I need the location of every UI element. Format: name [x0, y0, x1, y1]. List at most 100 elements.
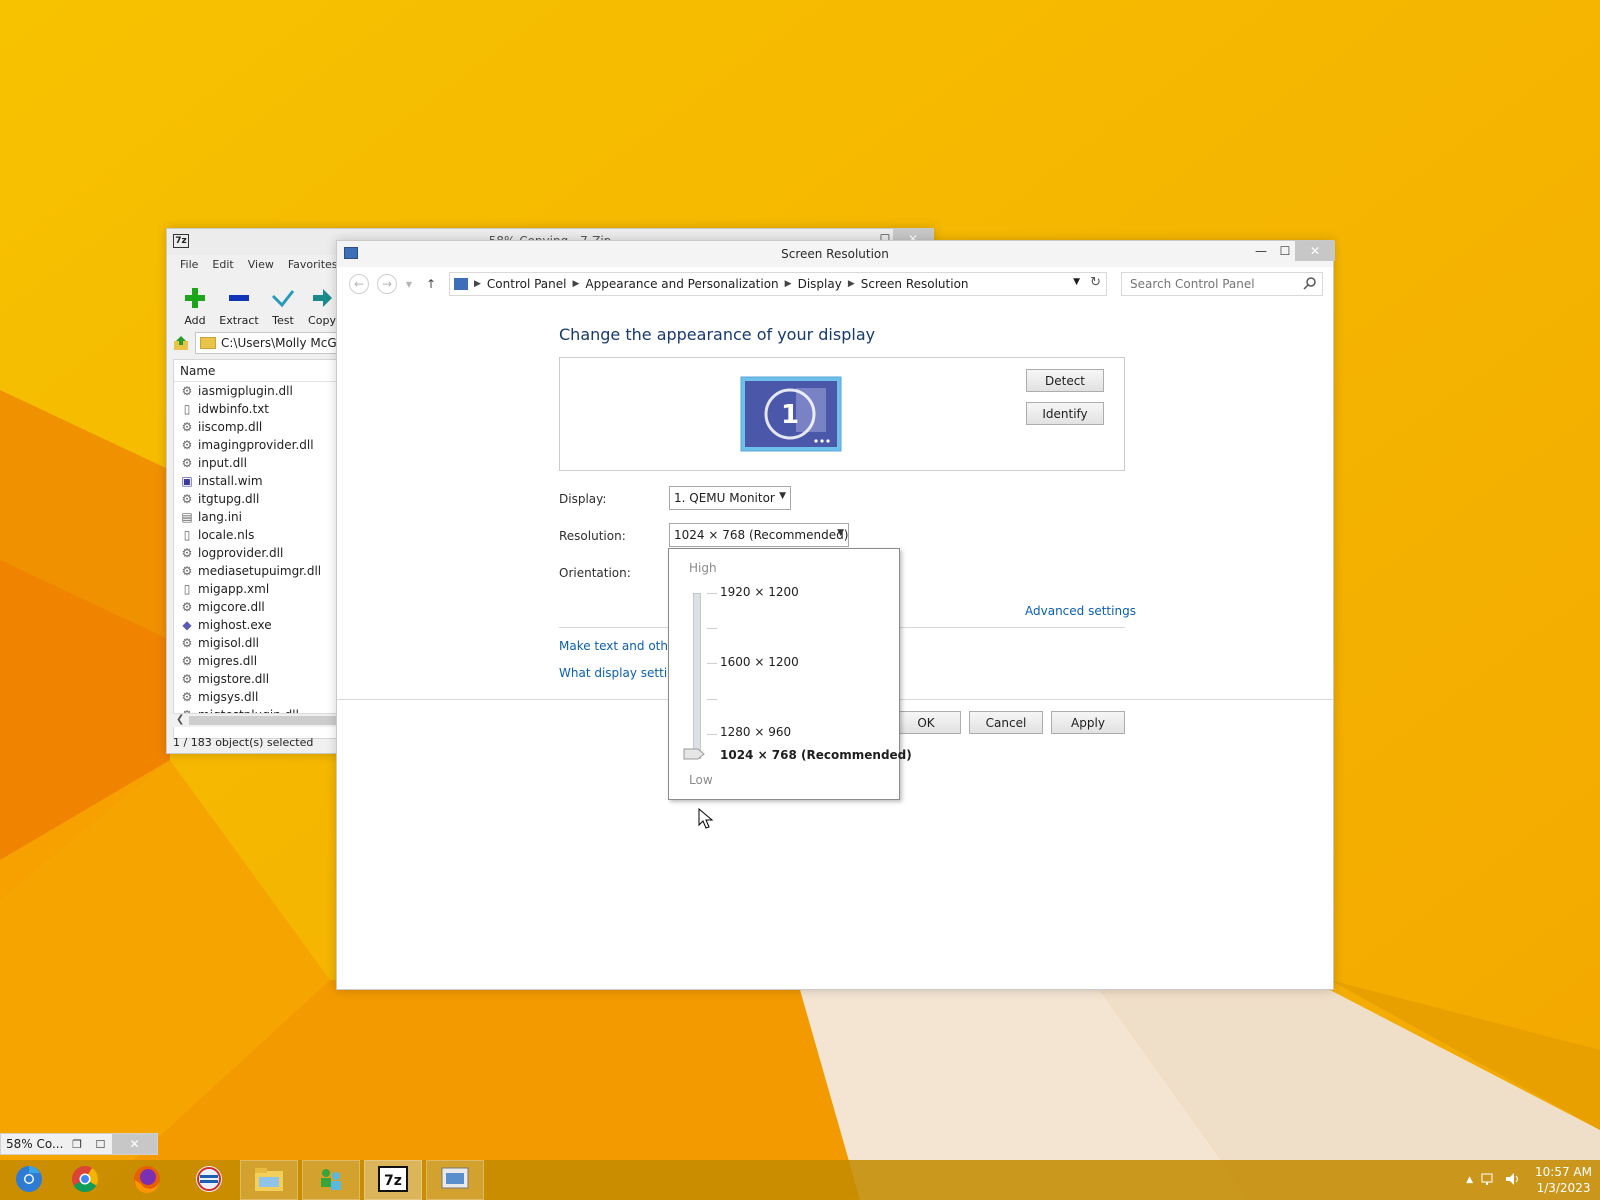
- exe-icon: ◆: [182, 618, 192, 632]
- make-text-larger-link[interactable]: Make text and other: [559, 639, 680, 653]
- taskbar-opera[interactable]: [180, 1160, 238, 1200]
- address-dropdown-icon[interactable]: ▼: [1073, 277, 1080, 287]
- gear-icon: ⚙: [181, 672, 193, 686]
- breadcrumb-screen-resolution[interactable]: Screen Resolution: [861, 277, 969, 291]
- detect-button[interactable]: Detect: [1026, 369, 1104, 392]
- menu-file[interactable]: File: [173, 255, 205, 275]
- firefox-icon: [132, 1164, 162, 1197]
- file-name: imagingprovider.dll: [198, 438, 314, 452]
- display-select[interactable]: 1. QEMU Monitor ▼: [669, 486, 791, 510]
- scroll-left-icon[interactable]: ❮: [176, 714, 184, 725]
- resolution-option[interactable]: 1600 × 1200: [720, 655, 799, 669]
- taskbar-control-panel[interactable]: [426, 1160, 484, 1200]
- taskbar-chrome[interactable]: [56, 1160, 114, 1200]
- search-input[interactable]: [1121, 272, 1323, 296]
- address-bar[interactable]: ▶ Control Panel ▶ Appearance and Persona…: [449, 272, 1107, 296]
- file-name: lang.ini: [198, 510, 242, 524]
- file-name: migisol.dll: [198, 636, 260, 650]
- svg-text:7z: 7z: [384, 1173, 402, 1189]
- gear-icon: ⚙: [181, 420, 193, 434]
- clock[interactable]: 10:57 AM 1/3/2023: [1535, 1164, 1592, 1196]
- high-label: High: [689, 561, 717, 575]
- taskbar-file-explorer[interactable]: [240, 1160, 298, 1200]
- resolution-slider-track[interactable]: [693, 593, 701, 759]
- sr-close-button[interactable]: ✕: [1295, 241, 1335, 261]
- forward-icon[interactable]: →: [377, 274, 397, 294]
- wim-icon: ▣: [181, 474, 193, 488]
- cancel-button[interactable]: Cancel: [969, 711, 1043, 734]
- clock-date: 1/3/2023: [1536, 1181, 1591, 1195]
- system-tray: ▲ 10:57 AM 1/3/2023: [1466, 1160, 1592, 1200]
- restore-icon[interactable]: ❐: [65, 1138, 88, 1151]
- ini-icon: ▤: [181, 510, 193, 524]
- identify-button[interactable]: Identify: [1026, 402, 1104, 425]
- taskbar-7zip[interactable]: 7z: [364, 1160, 422, 1200]
- monitor-number: 1: [781, 400, 799, 430]
- advanced-settings-link[interactable]: Advanced settings: [1025, 604, 1136, 618]
- progress-title: 58% Co...: [6, 1137, 64, 1151]
- recent-dropdown-icon[interactable]: ▼: [399, 274, 419, 294]
- breadcrumb-control-panel[interactable]: Control Panel: [487, 277, 567, 291]
- taskbar-chromium[interactable]: [0, 1160, 58, 1200]
- monitor-1-icon[interactable]: 1: [740, 376, 842, 452]
- breadcrumb-appearance[interactable]: Appearance and Personalization: [585, 277, 778, 291]
- maximize-icon[interactable]: ☐: [89, 1138, 112, 1151]
- up-arrow-icon[interactable]: ↑: [421, 274, 441, 294]
- breadcrumb-separator-icon: ▶: [784, 279, 792, 289]
- slider-tick: [707, 699, 717, 700]
- slider-tick: [707, 628, 717, 629]
- refresh-icon[interactable]: ↻: [1090, 275, 1101, 290]
- apply-button[interactable]: Apply: [1051, 711, 1125, 734]
- resolution-option[interactable]: 1920 × 1200: [720, 585, 799, 599]
- sevenzip-menubar: File Edit View Favorites: [167, 255, 345, 275]
- gear-icon: ⚙: [181, 564, 193, 578]
- copy-button[interactable]: Copy: [305, 275, 339, 327]
- back-icon[interactable]: ←: [349, 274, 369, 294]
- slider-thumb[interactable]: [683, 748, 705, 760]
- file-name: input.dll: [198, 456, 247, 470]
- extract-button[interactable]: Extract: [217, 275, 261, 327]
- ok-button[interactable]: OK: [891, 711, 961, 734]
- file-name: install.wim: [198, 474, 263, 488]
- show-hidden-icons-icon[interactable]: ▲: [1466, 1175, 1473, 1185]
- volume-icon[interactable]: [1505, 1172, 1521, 1189]
- file-name: migstore.dll: [198, 672, 270, 686]
- chevron-down-icon: ▼: [779, 491, 786, 501]
- checkmark-icon: [271, 286, 295, 310]
- breadcrumb-display[interactable]: Display: [798, 277, 842, 291]
- search-icon[interactable]: [1303, 276, 1317, 290]
- file-name: idwbinfo.txt: [198, 402, 270, 416]
- 7zip-icon: 7z: [378, 1165, 408, 1195]
- menu-favorites[interactable]: Favorites: [281, 255, 345, 275]
- mouse-cursor-icon: [698, 807, 714, 830]
- sr-titlebar[interactable]: Screen Resolution — ☐ ✕: [337, 241, 1335, 267]
- taskbar-users[interactable]: [302, 1160, 360, 1200]
- taskbar-firefox[interactable]: [118, 1160, 176, 1200]
- add-button[interactable]: Add: [173, 275, 217, 327]
- resolution-option[interactable]: 1280 × 960: [720, 725, 791, 739]
- sr-navbar: ← → ▼ ↑ ▶ Control Panel ▶ Appearance and…: [337, 267, 1333, 301]
- document-icon: ▯: [183, 528, 191, 542]
- display-settings-help-link[interactable]: What display settin: [559, 666, 675, 680]
- file-name: itgtupg.dll: [198, 492, 260, 506]
- document-icon: ▯: [183, 582, 191, 596]
- chromium-icon: [14, 1164, 44, 1197]
- resolution-option-selected[interactable]: 1024 × 768 (Recommended): [720, 748, 912, 762]
- close-icon[interactable]: ✕: [112, 1134, 157, 1154]
- file-explorer-icon: [253, 1165, 285, 1196]
- low-label: Low: [689, 773, 713, 787]
- file-name: migres.dll: [198, 654, 258, 668]
- resolution-select[interactable]: 1024 × 768 (Recommended) ▼: [669, 523, 849, 547]
- test-button[interactable]: Test: [261, 275, 305, 327]
- menu-view[interactable]: View: [241, 255, 281, 275]
- gear-icon: ⚙: [181, 690, 193, 704]
- network-icon[interactable]: [1481, 1172, 1497, 1189]
- resolution-label: Resolution:: [559, 529, 626, 543]
- minimized-progress-window[interactable]: 58% Co... ❐ ☐ ✕: [0, 1133, 158, 1155]
- menu-edit[interactable]: Edit: [205, 255, 240, 275]
- file-name: iiscomp.dll: [198, 420, 263, 434]
- page-heading: Change the appearance of your display: [559, 325, 876, 344]
- gear-icon: ⚙: [181, 384, 193, 398]
- chevron-down-icon: ▼: [837, 528, 844, 538]
- folder-up-icon[interactable]: [173, 335, 189, 351]
